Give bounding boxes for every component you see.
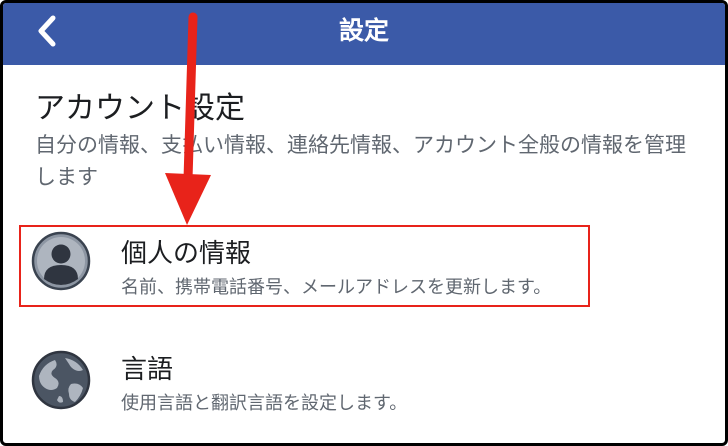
app-header: 設定 [3, 3, 725, 65]
person-icon [31, 231, 91, 291]
globe-icon [31, 350, 91, 410]
language-title: 言語 [121, 355, 174, 385]
language-description: 使用言語と翻訳言語を設定します。 [121, 393, 408, 414]
menu-item-personal-info[interactable]: 個人の情報 名前、携帯電話番号、メールアドレスを更新します。 [19, 225, 709, 307]
page-title: 設定 [338, 16, 389, 45]
personal-info-title: 個人の情報 [121, 239, 252, 269]
section-description: 自分の情報、支払い情報、連絡先情報、アカウント全般の情報を管理します [35, 133, 686, 189]
menu-item-language[interactable]: 言語 使用言語と翻訳言語を設定します。 [19, 341, 709, 427]
personal-info-description: 名前、携帯電話番号、メールアドレスを更新します。 [121, 277, 552, 298]
section-title: アカウント設定 [35, 91, 245, 126]
screen-frame: 設定 アカウント設定 自分の情報、支払い情報、連絡先情報、アカウント全般の情報を… [0, 0, 728, 446]
